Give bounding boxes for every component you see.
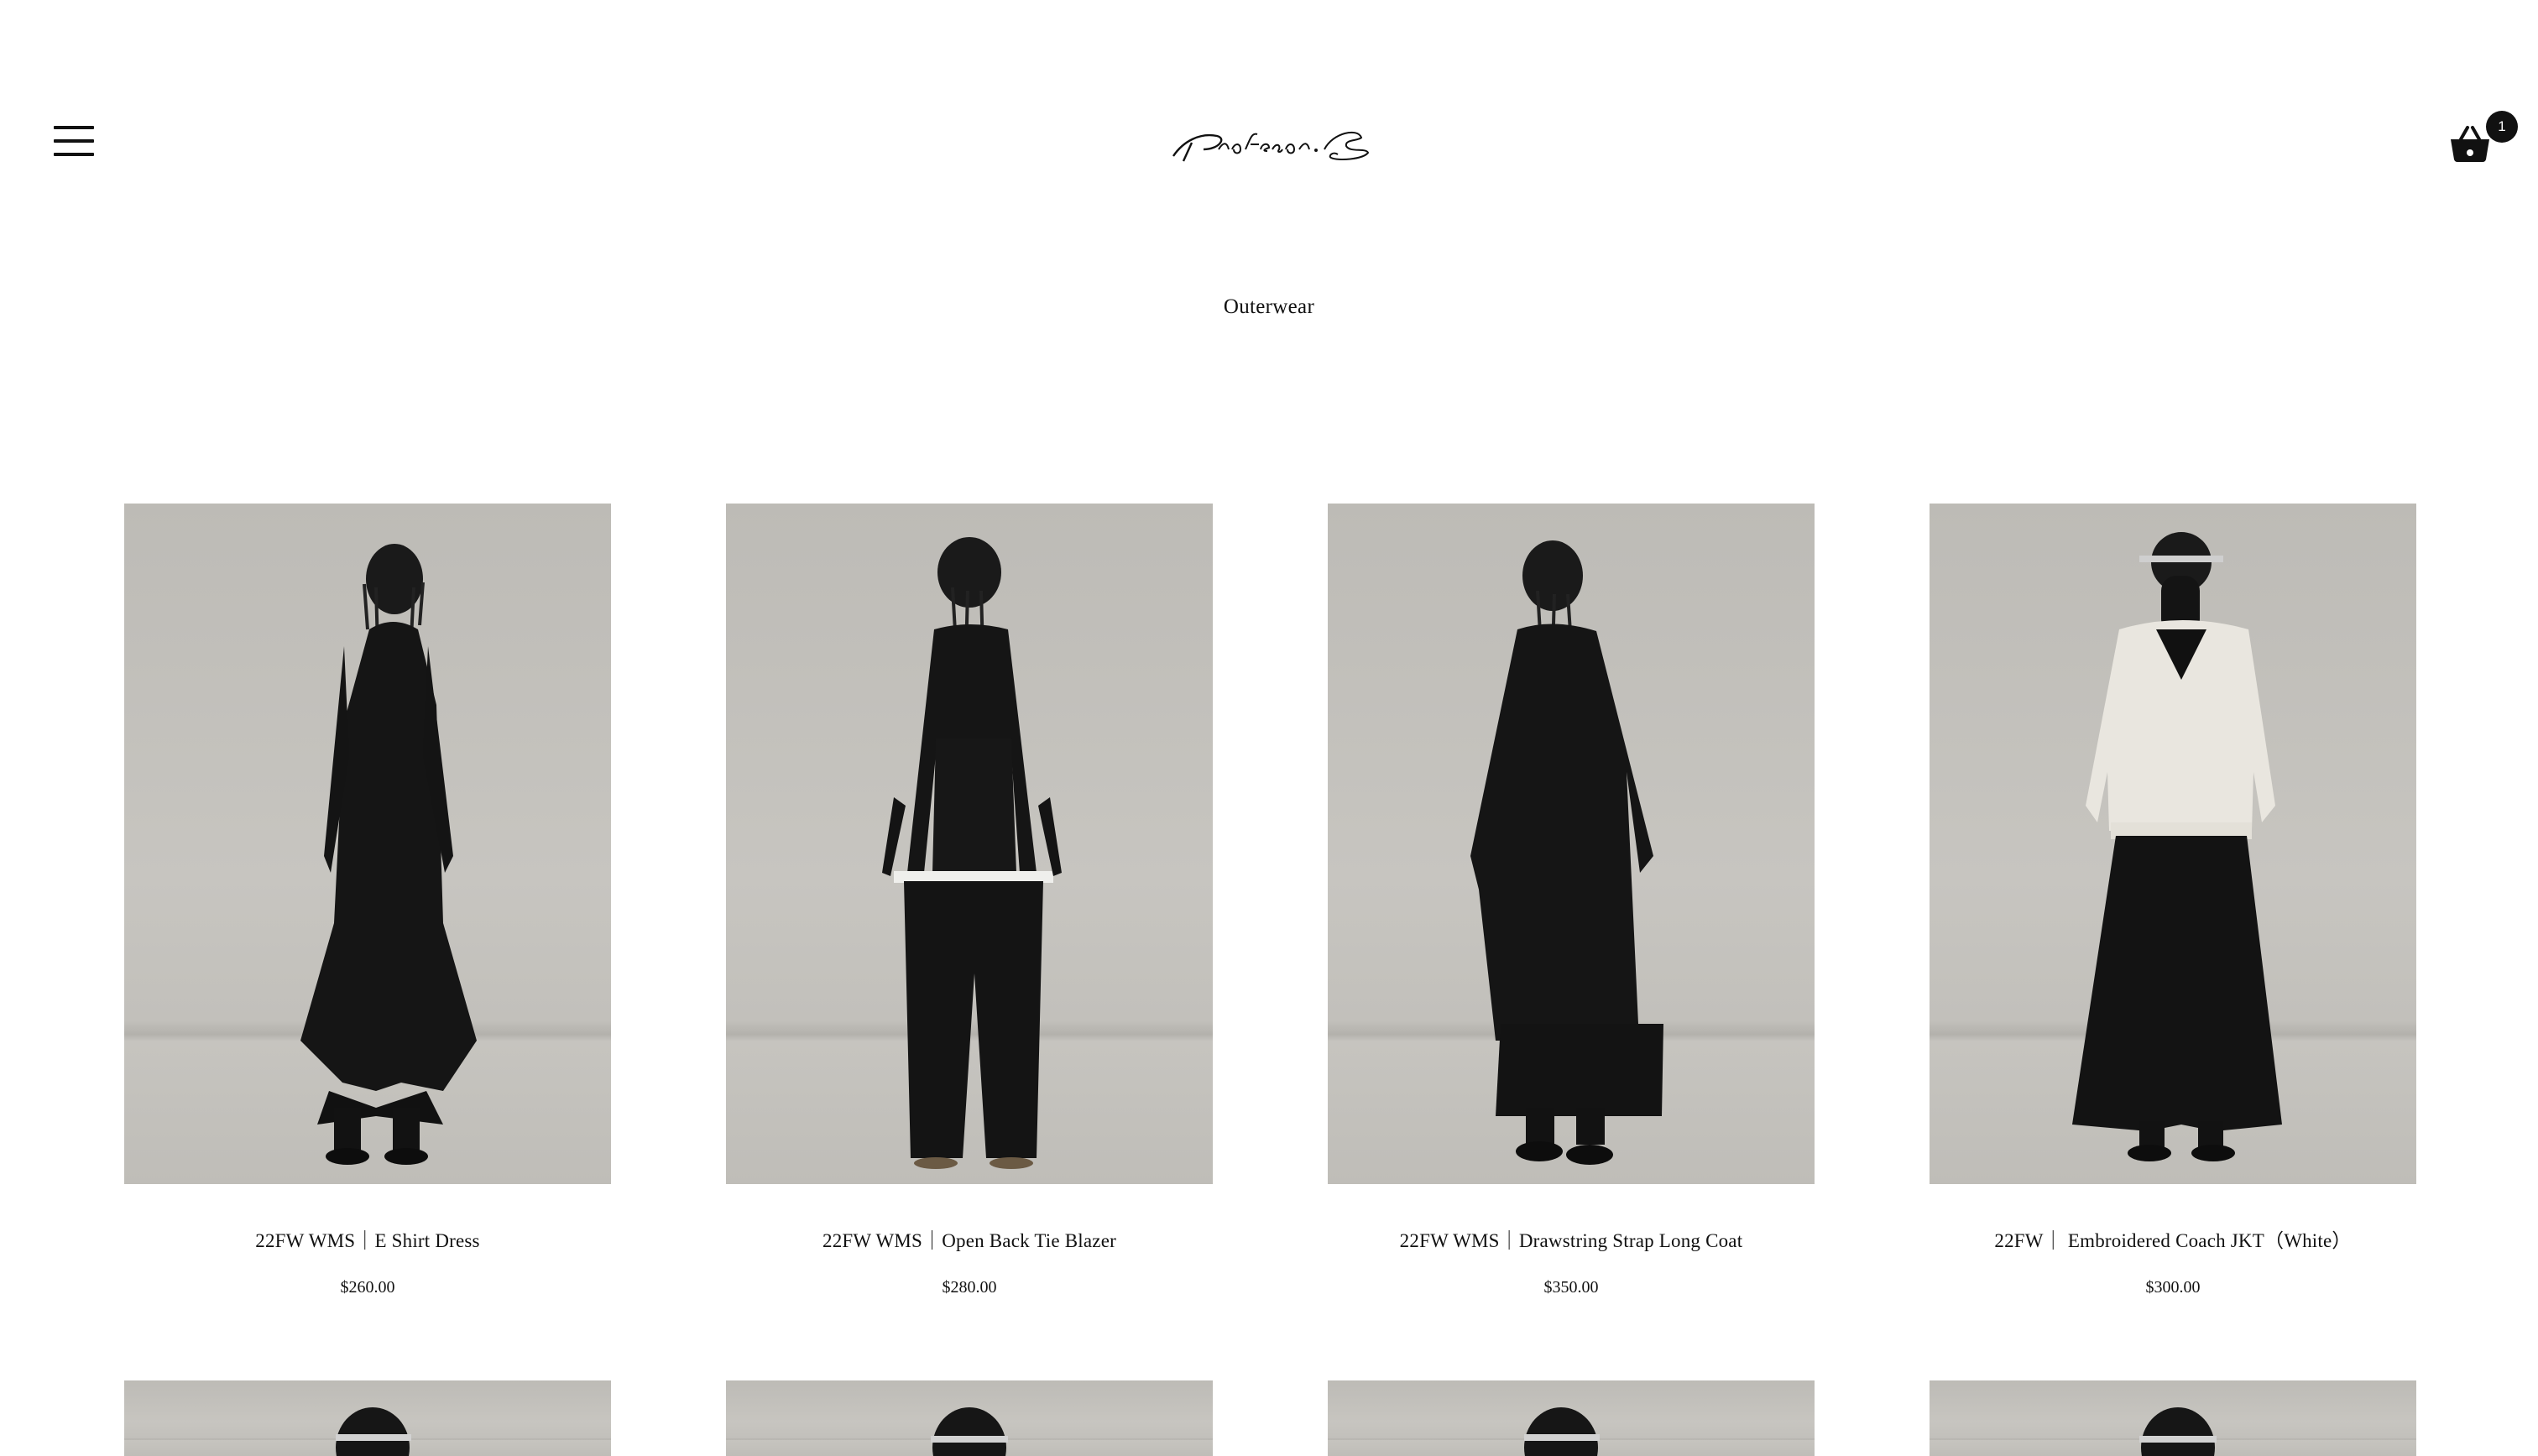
cart-button[interactable]: 1: [2449, 111, 2521, 164]
product-image[interactable]: [1930, 1380, 2416, 1456]
site-header: 1: [0, 0, 2538, 218]
model-figure: [1470, 540, 1663, 1165]
product-card[interactable]: [124, 1380, 611, 1456]
product-image[interactable]: [124, 504, 611, 1184]
product-image[interactable]: [726, 1380, 1213, 1456]
model-figure: [2139, 1407, 2217, 1456]
product-image[interactable]: [1328, 504, 1815, 1184]
product-name[interactable]: 22FW WMS｜Open Back Tie Blazer: [726, 1224, 1213, 1253]
hamburger-menu-icon[interactable]: [54, 124, 96, 158]
product-name[interactable]: 22FW｜ Embroidered Coach JKT（White）: [1930, 1224, 2416, 1253]
site-logo[interactable]: [1167, 124, 1376, 166]
model-figure: [336, 1407, 411, 1456]
product-price: $350.00: [1543, 1278, 1599, 1297]
product-price: $260.00: [340, 1278, 395, 1297]
logo-script-mark: [1172, 131, 1370, 162]
model-figure: [300, 544, 477, 1165]
product-name[interactable]: 22FW WMS｜E Shirt Dress: [124, 1224, 611, 1253]
product-price: $280.00: [942, 1278, 997, 1297]
product-image[interactable]: [1328, 1380, 1815, 1456]
product-card[interactable]: [726, 1380, 1213, 1456]
cart-count-badge: 1: [2486, 111, 2518, 143]
model-figure: [1524, 1407, 1600, 1456]
product-price: $300.00: [2145, 1278, 2201, 1297]
product-card[interactable]: 22FW WMS｜Open Back Tie Blazer $280.00: [726, 504, 1213, 1297]
product-image[interactable]: [1930, 504, 2416, 1184]
shopping-basket-icon: [2451, 126, 2489, 162]
product-image[interactable]: [124, 1380, 611, 1456]
page-title: Outerwear: [1223, 295, 1315, 318]
product-card[interactable]: [1930, 1380, 2416, 1456]
model-figure: [882, 537, 1062, 1169]
model-figure: [931, 1407, 1008, 1456]
product-card[interactable]: [1328, 1380, 1815, 1456]
product-card[interactable]: 22FW｜ Embroidered Coach JKT（White） $300.…: [1930, 504, 2416, 1297]
product-name[interactable]: 22FW WMS｜Drawstring Strap Long Coat: [1328, 1224, 1815, 1253]
product-image[interactable]: [726, 504, 1213, 1184]
model-figure: [2072, 532, 2282, 1161]
product-card[interactable]: 22FW WMS｜Drawstring Strap Long Coat $350…: [1328, 504, 1815, 1297]
product-card[interactable]: 22FW WMS｜E Shirt Dress $260.00: [124, 504, 611, 1297]
